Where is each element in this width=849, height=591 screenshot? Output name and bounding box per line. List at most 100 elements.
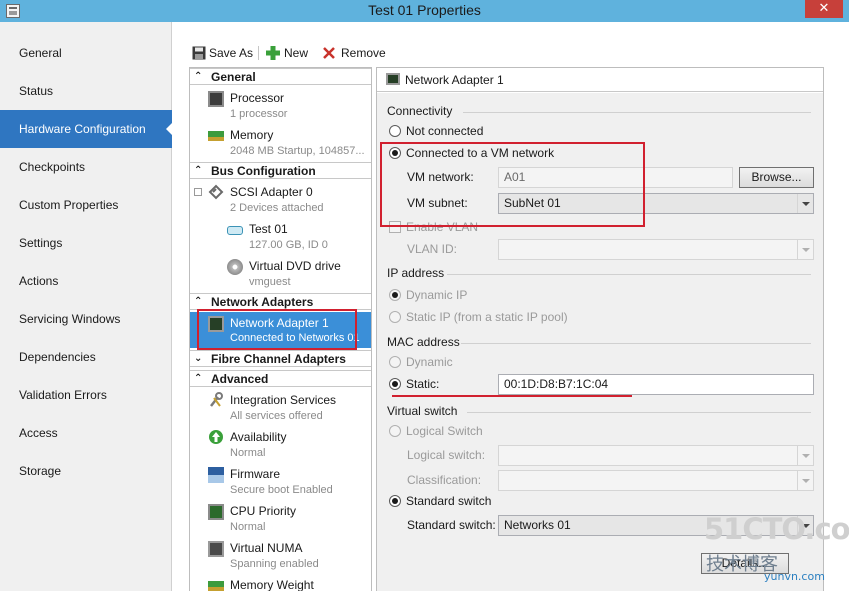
classification-select[interactable] [498, 470, 814, 491]
tools-icon [210, 392, 223, 407]
chevron-down-icon [797, 240, 813, 259]
tree-item-firmware[interactable]: Firmware Secure boot Enabled [190, 464, 371, 500]
label-mac-static: Static: [406, 377, 440, 391]
collapse-chevron-icon: ⌃ [194, 165, 203, 176]
radio-standard-switch[interactable] [389, 495, 401, 507]
tree-item-virtual-dvd[interactable]: Virtual DVD drive vmguest [190, 256, 371, 292]
label-logical-switch: Logical Switch [406, 424, 483, 438]
processor-icon [208, 91, 224, 107]
tree-item-memory-weight[interactable]: Memory Weight [190, 575, 371, 591]
label-standard-switch-field: Standard switch: [407, 518, 496, 532]
label-mac-dynamic: Dynamic [406, 355, 453, 369]
save-as-label: Save As [209, 46, 254, 60]
tree-item-label: Virtual DVD drive [249, 259, 341, 273]
network-adapter-icon [386, 73, 400, 85]
tree-header-bus-configuration[interactable]: ⌃ Bus Configuration [190, 162, 371, 179]
tree-item-scsi-adapter[interactable]: SCSI Adapter 0 2 Devices attached [190, 182, 371, 218]
tree-item-sub: Secure boot Enabled [230, 484, 333, 496]
tree-header-label: Network Adapters [211, 295, 314, 309]
left-nav: General Status Hardware Configuration Ch… [0, 22, 173, 591]
watermark-logo: 51CTO.com 技术博客 yunvn.com [704, 512, 849, 588]
annotation-box-vm-network [380, 142, 645, 227]
tree-header-fibre-channel[interactable]: ⌄ Fibre Channel Adapters [190, 350, 371, 367]
cpu-priority-icon [208, 504, 224, 520]
tree-item-label: Firmware [230, 467, 280, 481]
label-dynamic-ip: Dynamic IP [406, 288, 468, 302]
hard-disk-icon [227, 226, 243, 235]
chevron-down-icon [797, 471, 813, 490]
label-classification: Classification: [407, 473, 482, 487]
nav-item-custom-properties[interactable]: Custom Properties [0, 186, 172, 224]
watermark-url: yunvn.com [764, 570, 825, 583]
tree-item-cpu-priority[interactable]: CPU Priority Normal [190, 501, 371, 537]
memory-icon [208, 131, 224, 141]
nav-item-general[interactable]: General [0, 34, 172, 72]
radio-mac-static[interactable] [389, 378, 401, 390]
label-standard-switch: Standard switch [406, 494, 492, 508]
nav-item-status[interactable]: Status [0, 72, 172, 110]
radio-not-connected[interactable] [389, 125, 401, 137]
tree-header-label: Bus Configuration [211, 164, 316, 178]
tree-item-label: Processor [230, 91, 285, 105]
nav-item-storage[interactable]: Storage [0, 452, 172, 490]
vlan-id-select[interactable] [498, 239, 814, 260]
chevron-down-icon [797, 446, 813, 465]
nav-item-servicing-windows[interactable]: Servicing Windows [0, 300, 172, 338]
mac-address-field[interactable]: 00:1D:D8:B7:1C:04 [498, 374, 814, 395]
tree-item-sub: 2048 MB Startup, 104857... [230, 145, 365, 157]
browse-button[interactable]: Browse... [739, 167, 814, 188]
radio-dynamic-ip[interactable] [389, 289, 401, 301]
scsi-icon [208, 184, 224, 200]
window-title: Test 01 Properties [368, 2, 481, 18]
remove-label: Remove [341, 46, 386, 60]
expand-toggle-icon[interactable] [194, 188, 202, 196]
logical-switch-select[interactable] [498, 445, 814, 466]
detail-title: Network Adapter 1 [405, 73, 504, 87]
radio-logical-switch[interactable] [389, 425, 401, 437]
availability-icon [209, 430, 223, 444]
toolbar: Save As New Remove [188, 40, 824, 66]
tree-item-label: Integration Services [230, 393, 337, 407]
tree-header-general[interactable]: ⌃ General [190, 68, 371, 85]
tree-item-label: Availability [230, 430, 287, 444]
firmware-icon [208, 467, 224, 483]
tree-item-label: Virtual NUMA [230, 541, 303, 555]
tree-item-label: Memory Weight [230, 578, 314, 591]
nav-item-actions[interactable]: Actions [0, 262, 172, 300]
section-ip-address: IP address [387, 266, 445, 280]
chevron-down-icon [797, 194, 813, 213]
tree-item-label: SCSI Adapter 0 [230, 185, 313, 199]
toolbar-separator [258, 46, 259, 60]
section-divider [463, 112, 811, 113]
tree-item-sub: Normal [230, 521, 266, 533]
tree-item-availability[interactable]: Availability Normal [190, 427, 371, 463]
annotation-box-network-adapter [197, 309, 357, 350]
nav-item-checkpoints[interactable]: Checkpoints [0, 148, 172, 186]
nav-item-hardware-configuration[interactable]: Hardware Configuration [0, 110, 173, 148]
detail-header: Network Adapter 1 [377, 68, 823, 92]
radio-mac-dynamic[interactable] [389, 356, 401, 368]
radio-static-ip[interactable] [389, 311, 401, 323]
tree-item-virtual-disk[interactable]: Test 01 127.00 GB, ID 0 [190, 219, 371, 255]
nav-item-settings[interactable]: Settings [0, 224, 172, 262]
nav-item-access[interactable]: Access [0, 414, 172, 452]
plus-icon [266, 46, 280, 60]
tree-item-sub: 2 Devices attached [230, 202, 324, 214]
save-icon [192, 46, 206, 60]
nav-item-dependencies[interactable]: Dependencies [0, 338, 172, 376]
close-button[interactable]: ✕ [805, 0, 843, 18]
tree-item-integration-services[interactable]: Integration Services All services offere… [190, 390, 371, 426]
collapse-chevron-icon: ⌃ [194, 71, 203, 82]
tree-item-processor[interactable]: Processor 1 processor [190, 88, 371, 124]
collapse-chevron-icon: ⌃ [194, 373, 203, 384]
tree-header-advanced[interactable]: ⌃ Advanced [190, 370, 371, 387]
watermark-text: 51CTO.com [704, 512, 849, 546]
tree-item-sub: Normal [230, 447, 266, 459]
tree-item-virtual-numa[interactable]: Virtual NUMA Spanning enabled [190, 538, 371, 574]
tree-item-memory[interactable]: Memory 2048 MB Startup, 104857... [190, 125, 371, 161]
tree-item-sub: vmguest [249, 276, 291, 288]
label-not-connected: Not connected [406, 124, 484, 138]
nav-item-validation-errors[interactable]: Validation Errors [0, 376, 172, 414]
section-mac-address: MAC address [387, 335, 460, 349]
tree-header-network-adapters[interactable]: ⌃ Network Adapters [190, 293, 371, 310]
